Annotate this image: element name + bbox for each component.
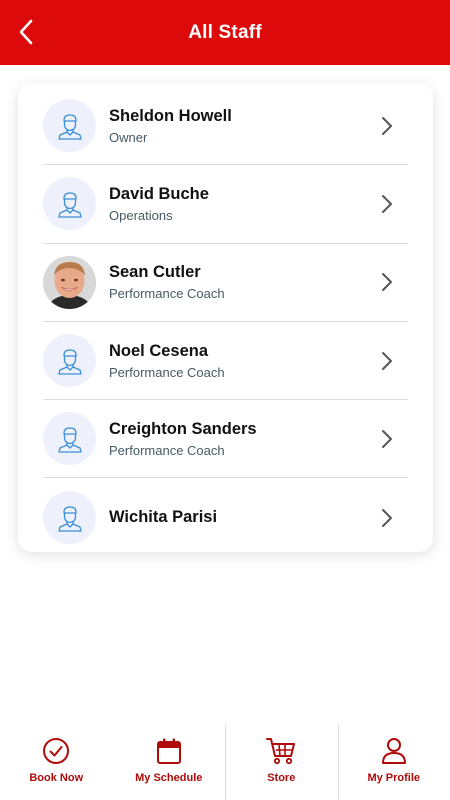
person-placeholder-icon	[57, 348, 82, 375]
staff-name: Sean Cutler	[109, 263, 201, 282]
profile-photo	[43, 255, 96, 309]
avatar	[43, 412, 96, 466]
back-button[interactable]	[12, 18, 40, 46]
staff-role: Performance Coach	[109, 364, 225, 380]
staff-name: Wichita Parisi	[109, 508, 218, 527]
cart-icon	[266, 738, 296, 765]
tab-my-schedule[interactable]: My Schedule	[113, 725, 226, 800]
page-title: All Staff	[188, 21, 262, 43]
person-placeholder-icon	[57, 192, 82, 218]
staff-row[interactable]: David Buche Operations	[43, 165, 408, 244]
chevron-right-icon	[382, 429, 392, 448]
person-placeholder-icon	[57, 113, 82, 140]
staff-role: Operations	[109, 207, 173, 223]
check-circle-icon	[43, 738, 70, 764]
chevron-right-icon	[382, 116, 392, 135]
chevron-left-icon	[19, 19, 33, 45]
staff-name: Sheldon Howell	[109, 106, 232, 125]
avatar	[43, 491, 96, 545]
tab-book-now[interactable]: Book Now	[0, 725, 113, 800]
tab-label: Book Now	[29, 772, 84, 784]
tab-label: My Profile	[367, 772, 421, 784]
staff-name: Noel Cesena	[109, 341, 209, 360]
bottom-tab-bar: Book Now My Schedule Store My Profile	[0, 725, 450, 800]
avatar	[43, 99, 96, 153]
staff-name: Creighton Sanders	[109, 419, 257, 438]
calendar-icon	[156, 738, 181, 764]
avatar	[43, 177, 96, 231]
person-placeholder-icon	[57, 505, 82, 532]
tab-my-profile[interactable]: My Profile	[337, 725, 450, 800]
staff-row[interactable]: Sean Cutler Performance Coach	[43, 244, 408, 322]
staff-role: Performance Coach	[109, 442, 225, 458]
tab-label: Store	[267, 772, 296, 784]
staff-name: David Buche	[109, 184, 209, 203]
staff-row[interactable]: Noel Cesena Performance Coach	[43, 322, 408, 401]
staff-list: Sheldon Howell Owner David Buche Operati…	[18, 83, 433, 552]
avatar-photo	[43, 255, 96, 309]
user-icon	[381, 738, 406, 764]
chevron-right-icon	[382, 194, 392, 213]
staff-role: Performance Coach	[109, 286, 225, 302]
staff-row[interactable]: Sheldon Howell Owner	[43, 87, 408, 166]
chevron-right-icon	[382, 273, 392, 292]
chevron-right-icon	[382, 351, 392, 370]
staff-role: Owner	[109, 129, 148, 145]
tab-store[interactable]: Store	[225, 725, 338, 800]
staff-row[interactable]: Creighton Sanders Performance Coach	[43, 400, 408, 479]
chevron-right-icon	[382, 508, 392, 527]
avatar	[43, 334, 96, 388]
staff-row[interactable]: Wichita Parisi	[43, 478, 408, 556]
person-placeholder-icon	[57, 427, 82, 453]
app-header: All Staff	[0, 0, 450, 65]
tab-label: My Schedule	[135, 772, 203, 784]
